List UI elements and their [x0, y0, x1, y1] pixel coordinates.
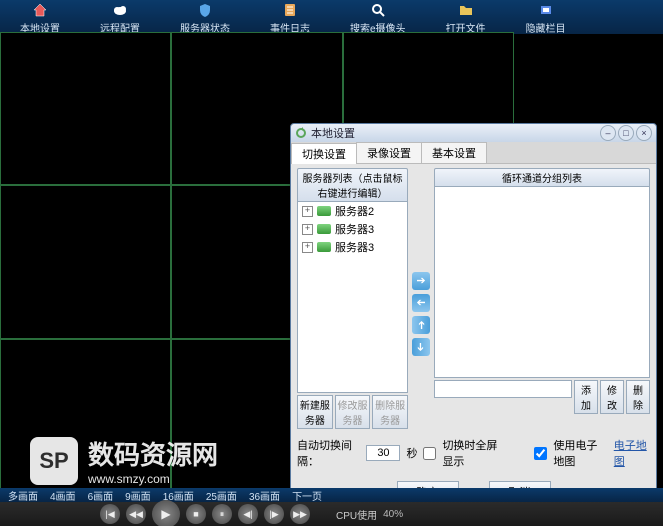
layout-option[interactable]: 4画面	[46, 488, 80, 503]
tree-label: 服务器2	[335, 203, 374, 219]
emap-label: 使用电子地图	[553, 437, 607, 469]
server-list-header: 服务器列表（点击鼠标右键进行编辑）	[297, 168, 408, 202]
top-toolbar: 本地设置 远程配置 服务器状态 事件日志 搜索e摄像头 打开文件 隐藏栏目	[0, 0, 663, 34]
toolbar-item-open-file[interactable]: 打开文件	[446, 2, 486, 35]
dialog-titlebar[interactable]: 本地设置 – □ ×	[291, 124, 656, 142]
layout-option[interactable]: 6画面	[84, 488, 118, 503]
cloud-icon	[112, 2, 128, 18]
server-icon	[317, 206, 331, 216]
step-fwd-button[interactable]: |▶	[264, 504, 284, 524]
move-left-button[interactable]: ➔	[412, 294, 430, 312]
emap-link[interactable]: 电子地图	[614, 437, 650, 469]
toolbar-label: 隐藏栏目	[526, 20, 566, 35]
toolbar-item-local-settings[interactable]: 本地设置	[20, 2, 60, 35]
stop-button[interactable]: ■	[186, 504, 206, 524]
tree-expand-icon[interactable]: +	[302, 224, 313, 235]
cpu-value: 40%	[383, 509, 403, 520]
move-up-button[interactable]: ➔	[412, 316, 430, 334]
refresh-icon	[295, 127, 307, 139]
status-bar: 多画面 4画面 6画面 9画面 16画面 25画面 36画面 下一页	[0, 488, 663, 502]
server-icon	[317, 242, 331, 252]
interval-label: 自动切换间隔：	[297, 437, 360, 469]
transfer-buttons: ➔ ➔ ➔ ➔	[412, 168, 430, 429]
layout-option[interactable]: 25画面	[202, 488, 241, 503]
add-group-button[interactable]: 添加	[574, 380, 598, 414]
dialog-tabs: 切换设置 录像设置 基本设置	[291, 142, 656, 164]
hide-icon	[538, 2, 554, 18]
tree-expand-icon[interactable]: +	[302, 206, 313, 217]
video-cell[interactable]	[0, 339, 171, 492]
home-icon	[32, 2, 48, 18]
server-tree[interactable]: + 服务器2 + 服务器3 + 服务器3	[297, 202, 408, 393]
modify-server-button[interactable]: 修改服务器	[335, 395, 371, 429]
move-down-button[interactable]: ➔	[412, 338, 430, 356]
interval-row: 自动切换间隔： 秒 切换时全屏显示 使用电子地图 电子地图	[297, 437, 650, 469]
server-icon	[317, 224, 331, 234]
fast-fwd-button[interactable]: ▶▶	[290, 504, 310, 524]
tab-switch-settings[interactable]: 切换设置	[291, 143, 357, 164]
toolbar-item-remote-config[interactable]: 远程配置	[100, 2, 140, 35]
group-list-header: 循环通道分组列表	[434, 168, 650, 187]
cpu-label: CPU使用	[336, 507, 377, 522]
toolbar-item-hide-panel[interactable]: 隐藏栏目	[526, 2, 566, 35]
fullscreen-label: 切换时全屏显示	[442, 437, 505, 469]
toolbar-item-search-camera[interactable]: 搜索e摄像头	[350, 2, 406, 35]
interval-input[interactable]	[366, 445, 400, 461]
folder-icon	[458, 2, 474, 18]
group-list[interactable]	[434, 187, 650, 378]
layout-option[interactable]: 多画面	[4, 488, 42, 503]
tab-basic-settings[interactable]: 基本设置	[421, 142, 487, 163]
seconds-label: 秒	[406, 445, 417, 461]
play-button[interactable]: ▶	[152, 500, 180, 526]
tree-item[interactable]: + 服务器3	[298, 220, 407, 238]
emap-checkbox[interactable]	[534, 447, 547, 460]
pause-button[interactable]: ⏸	[212, 504, 232, 524]
toolbar-item-event-log[interactable]: 事件日志	[270, 2, 310, 35]
prev-track-button[interactable]: |◀	[100, 504, 120, 524]
playback-bar: |◀ ◀◀ ▶ ■ ⏸ ◀| |▶ ▶▶ CPU使用 40%	[0, 502, 663, 526]
toolbar-item-server-status[interactable]: 服务器状态	[180, 2, 230, 35]
layout-option[interactable]: 9画面	[121, 488, 155, 503]
tree-label: 服务器3	[335, 221, 374, 237]
video-cell[interactable]	[0, 185, 171, 338]
new-server-button[interactable]: 新建服务器	[297, 395, 333, 429]
dialog-body: 服务器列表（点击鼠标右键进行编辑） + 服务器2 + 服务器3 +	[291, 164, 656, 513]
layout-option[interactable]: 36画面	[245, 488, 284, 503]
maximize-button[interactable]: □	[618, 125, 634, 141]
search-icon	[370, 2, 386, 18]
minimize-button[interactable]: –	[600, 125, 616, 141]
rewind-button[interactable]: ◀◀	[126, 504, 146, 524]
shield-icon	[197, 2, 213, 18]
dialog-title: 本地设置	[311, 125, 355, 141]
tab-record-settings[interactable]: 录像设置	[356, 142, 422, 163]
delete-server-button[interactable]: 删除服务器	[372, 395, 408, 429]
move-right-button[interactable]: ➔	[412, 272, 430, 290]
tree-item[interactable]: + 服务器3	[298, 238, 407, 256]
close-button[interactable]: ×	[636, 125, 652, 141]
tree-item[interactable]: + 服务器2	[298, 202, 407, 220]
video-cell[interactable]	[0, 32, 171, 185]
local-settings-dialog: 本地设置 – □ × 切换设置 录像设置 基本设置 服务器列表（点击鼠标右键进行…	[290, 123, 657, 514]
tree-label: 服务器3	[335, 239, 374, 255]
fullscreen-checkbox[interactable]	[423, 447, 436, 460]
group-name-input[interactable]	[434, 380, 572, 398]
next-page-button[interactable]: 下一页	[288, 488, 326, 503]
tree-expand-icon[interactable]: +	[302, 242, 313, 253]
step-back-button[interactable]: ◀|	[238, 504, 258, 524]
modify-group-button[interactable]: 修改	[600, 380, 624, 414]
log-icon	[282, 2, 298, 18]
delete-group-button[interactable]: 删除	[626, 380, 650, 414]
